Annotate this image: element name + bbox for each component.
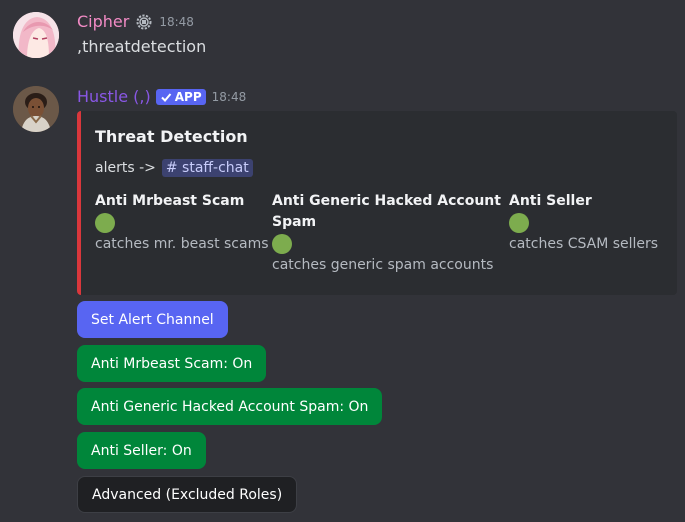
- status-on-icon: [272, 234, 292, 254]
- username-hustle[interactable]: Hustle (,): [77, 87, 151, 106]
- app-badge: APP: [155, 88, 206, 105]
- anti-seller-toggle-button[interactable]: Anti Seller: On: [77, 432, 206, 469]
- avatar-cipher[interactable]: [13, 12, 59, 58]
- anti-generic-hacked-account-spam-toggle-button[interactable]: Anti Generic Hacked Account Spam: On: [77, 388, 383, 425]
- anti-mrbeast-scam-toggle-button[interactable]: Anti Mrbeast Scam: On: [77, 345, 267, 382]
- field-name: Anti Seller: [509, 193, 592, 209]
- threat-detection-embed: Threat Detection alerts -> # staff-chat …: [77, 111, 677, 295]
- set-alert-channel-button[interactable]: Set Alert Channel: [77, 301, 228, 338]
- channel-mention-staff-chat[interactable]: # staff-chat: [161, 159, 253, 177]
- checkmark-icon: [161, 92, 171, 102]
- status-on-icon: [95, 213, 115, 233]
- advanced-excluded-roles-button[interactable]: Advanced (Excluded Roles): [77, 476, 298, 513]
- field-name: Anti Generic Hacked Account: [272, 193, 501, 209]
- field-name-continued: Spam: [272, 214, 317, 230]
- timestamp: 18:48: [211, 89, 247, 104]
- field-anti-seller: Anti Seller catches CSAM sellers: [509, 191, 658, 255]
- status-on-icon: [509, 213, 529, 233]
- field-value: catches generic spam accounts: [272, 257, 494, 273]
- timestamp: 18:48: [159, 14, 194, 29]
- field-anti-mrbeast-scam: Anti Mrbeast Scam catches mr. beast scam…: [95, 191, 269, 255]
- avatar-hustle[interactable]: [13, 86, 59, 132]
- bot-gear-icon: [135, 13, 153, 31]
- field-anti-generic-hacked-account-spam: Anti Generic Hacked Account Spam catches…: [272, 191, 501, 276]
- embed-title: Threat Detection: [95, 127, 248, 146]
- username-cipher[interactable]: Cipher: [77, 12, 129, 31]
- embed-description: alerts -> # staff-chat: [95, 159, 253, 177]
- message-content: ,threatdetection: [77, 37, 207, 56]
- alerts-label: alerts ->: [95, 160, 156, 176]
- app-badge-label: APP: [174, 89, 202, 104]
- field-name: Anti Mrbeast Scam: [95, 193, 245, 209]
- field-value: catches CSAM sellers: [509, 236, 659, 252]
- field-value: catches mr. beast scams: [95, 236, 269, 252]
